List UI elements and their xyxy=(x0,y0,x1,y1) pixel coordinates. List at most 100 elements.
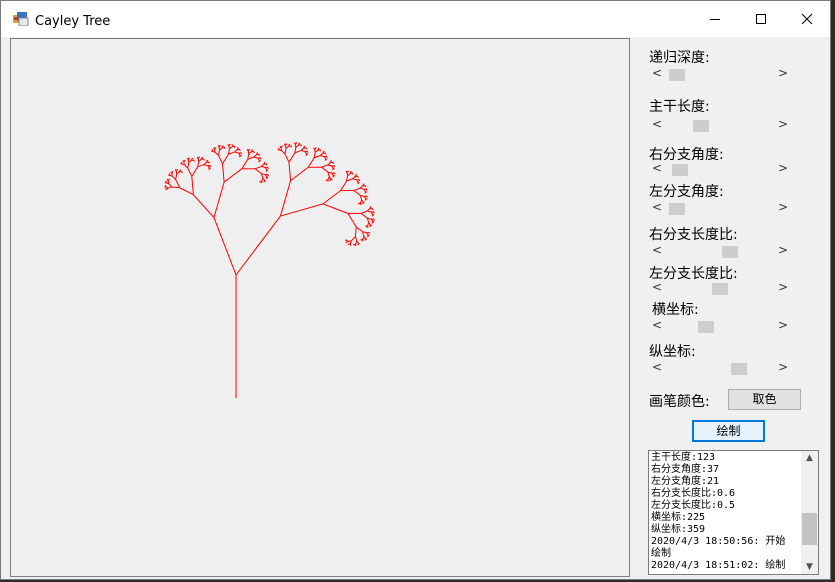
chevron-right-icon[interactable]: > xyxy=(778,360,788,374)
tree-branch xyxy=(303,146,305,149)
chevron-left-icon[interactable]: < xyxy=(652,200,662,214)
scroll-up-icon[interactable]: ▲ xyxy=(801,453,818,463)
tree-branch xyxy=(322,151,325,154)
tree-branch xyxy=(254,165,262,170)
chevron-right-icon[interactable]: > xyxy=(778,200,788,214)
tree-branch xyxy=(171,186,180,189)
chevron-left-icon[interactable]: < xyxy=(652,243,662,257)
right-angle-slider[interactable]: < > xyxy=(652,161,788,177)
slider-thumb[interactable] xyxy=(712,283,728,295)
tree-branch xyxy=(167,179,169,182)
tree-branch xyxy=(284,148,287,155)
log-line: 主干长度:123 xyxy=(651,452,716,463)
tree-branch xyxy=(175,179,181,188)
tree-branch xyxy=(284,144,286,147)
tree-branch xyxy=(262,177,265,181)
chevron-right-icon[interactable]: > xyxy=(778,117,788,131)
tree-branch xyxy=(372,213,374,216)
log-text: 主干长度:123 右分支角度:37 左分支角度:21 右分支长度比:0.6 左分支长度比… xyxy=(651,452,801,572)
tree-branch xyxy=(307,157,315,168)
minimize-button[interactable] xyxy=(692,1,738,37)
tree-branch xyxy=(205,160,208,163)
drawing-canvas[interactable] xyxy=(10,38,630,577)
chevron-right-icon[interactable]: > xyxy=(778,243,788,257)
tree-branch xyxy=(325,179,328,182)
log-line: 横坐标:225 xyxy=(651,512,706,523)
chevron-right-icon[interactable]: > xyxy=(778,66,788,80)
tree-branch xyxy=(352,178,357,181)
log-textbox[interactable]: 主干长度:123 右分支角度:37 左分支角度:21 右分支长度比:0.6 左分支长度比… xyxy=(648,450,819,575)
tree-branch xyxy=(247,156,255,160)
pen-color-label: 画笔颜色: xyxy=(649,394,710,410)
tree-branch xyxy=(340,180,347,191)
trunk-length-slider[interactable]: < > xyxy=(652,117,788,133)
tree-branch xyxy=(332,167,335,169)
tree-branch xyxy=(362,201,365,203)
tree-branch xyxy=(357,242,360,244)
chevron-right-icon[interactable]: > xyxy=(778,318,788,332)
tree-branch xyxy=(254,168,262,174)
x-slider[interactable]: < > xyxy=(652,318,788,334)
tree-branch xyxy=(168,183,173,188)
close-button[interactable] xyxy=(784,1,830,37)
tree-branch xyxy=(355,226,363,233)
slider-thumb[interactable] xyxy=(669,203,685,215)
slider-thumb[interactable] xyxy=(693,120,709,132)
tree-branch xyxy=(347,213,357,228)
slider-thumb[interactable] xyxy=(672,164,688,176)
tree-branch xyxy=(197,157,199,160)
tree-branch xyxy=(361,199,364,203)
tree-branch xyxy=(372,220,374,223)
chevron-left-icon[interactable]: < xyxy=(652,161,662,175)
scroll-down-icon[interactable]: ▼ xyxy=(801,562,818,572)
slider-thumb[interactable] xyxy=(669,69,685,81)
window-title: Cayley Tree xyxy=(35,14,111,29)
tree-branch xyxy=(197,164,205,168)
slider-thumb[interactable] xyxy=(722,246,738,258)
draw-button[interactable]: 绘制 xyxy=(692,420,765,442)
chevron-right-icon[interactable]: > xyxy=(778,161,788,175)
slider-thumb[interactable] xyxy=(698,321,714,333)
pick-color-button[interactable]: 取色 xyxy=(728,389,801,410)
tree-branch xyxy=(368,222,371,225)
tree-branch xyxy=(369,207,371,209)
tree-branch xyxy=(354,174,357,177)
chevron-left-icon[interactable]: < xyxy=(652,117,662,131)
tree-branch xyxy=(187,167,193,177)
tree-branch xyxy=(203,164,208,167)
tree-branch xyxy=(284,153,290,163)
tree-branch xyxy=(253,156,258,159)
scroll-thumb[interactable] xyxy=(802,513,817,545)
log-line: 2020/4/3 18:50:56: 开始 xyxy=(651,536,786,547)
tree-branch xyxy=(218,155,223,164)
tree-branch xyxy=(279,146,282,149)
minimize-icon xyxy=(710,19,720,20)
chevron-left-icon[interactable]: < xyxy=(652,360,662,374)
depth-slider[interactable]: < > xyxy=(652,66,788,82)
tree-branch xyxy=(200,157,203,160)
tree-branch xyxy=(345,171,348,174)
tree-branch xyxy=(213,148,216,150)
left-angle-slider[interactable]: < > xyxy=(652,200,788,216)
tree-branch xyxy=(358,203,360,205)
y-slider[interactable]: < > xyxy=(652,360,788,376)
tree-branch xyxy=(187,158,189,161)
tree-branch xyxy=(288,144,290,147)
tree-branch xyxy=(346,178,353,182)
slider-thumb[interactable] xyxy=(731,363,747,375)
maximize-button[interactable] xyxy=(738,1,784,37)
tree-branch xyxy=(297,143,300,146)
tree-branch xyxy=(365,190,367,193)
chevron-right-icon[interactable]: > xyxy=(778,280,788,294)
tree-branch xyxy=(325,158,327,160)
chevron-left-icon[interactable]: < xyxy=(652,280,662,294)
left-ratio-slider[interactable]: < > xyxy=(652,280,788,296)
tree-branch xyxy=(328,176,332,179)
chevron-left-icon[interactable]: < xyxy=(652,318,662,332)
chevron-left-icon[interactable]: < xyxy=(652,66,662,80)
tree-branch xyxy=(288,162,292,181)
tree-branch xyxy=(365,226,367,228)
log-scrollbar[interactable]: ▲ ▼ xyxy=(801,451,818,574)
tree-branch xyxy=(363,235,366,239)
right-ratio-slider[interactable]: < > xyxy=(652,243,788,259)
